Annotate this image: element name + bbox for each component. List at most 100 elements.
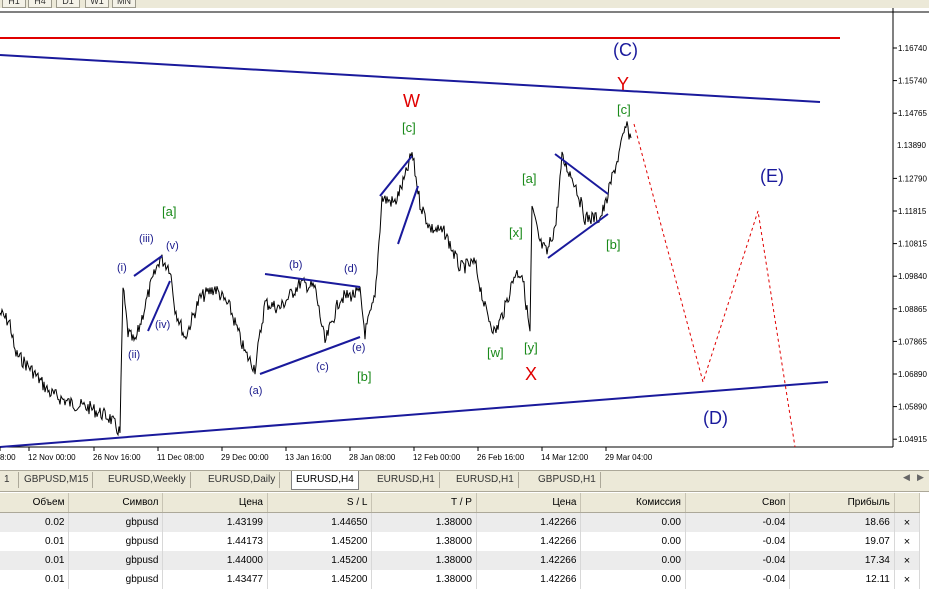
order-row[interactable]: 0.01 gbpusd 1.44000 1.45200 1.38000 1.42… xyxy=(0,551,921,570)
order-row[interactable]: 0.01 gbpusd 1.43477 1.45200 1.38000 1.42… xyxy=(0,570,921,589)
order-profit: 12.11 xyxy=(789,570,895,589)
label-c-Y: [c] xyxy=(617,102,631,117)
label-E-big: (E) xyxy=(760,166,784,186)
orders-table: Объем Символ Цена S / L T / P Цена Комис… xyxy=(0,493,921,589)
label-e-small: (e) xyxy=(352,342,365,354)
time-tick-label: 26 Nov 16:00 xyxy=(93,453,141,462)
order-current-price: 1.42266 xyxy=(476,512,582,532)
order-volume: 0.01 xyxy=(0,570,70,589)
tab-eurusd-h1[interactable]: EURUSD,H1 xyxy=(373,472,440,488)
col-commission[interactable]: Комиссия xyxy=(580,493,686,513)
tab-gbpusd-m15[interactable]: GBPUSD,M15 xyxy=(20,472,94,488)
col-swap[interactable]: Своп xyxy=(685,493,791,513)
order-row[interactable]: 0.02 gbpusd 1.43199 1.44650 1.38000 1.42… xyxy=(0,512,921,532)
col-symbol[interactable]: Символ xyxy=(68,493,164,513)
order-swap: -0.04 xyxy=(685,551,791,570)
label-v: (v) xyxy=(166,240,179,252)
time-tick-label: 12 Feb 00:00 xyxy=(413,453,461,462)
order-volume: 0.01 xyxy=(0,551,70,570)
tab-eurusd-h4[interactable]: EURUSD,H4 xyxy=(291,471,359,490)
period-button-mn[interactable]: MN xyxy=(112,0,136,8)
price-tick-label: 1.10815 xyxy=(898,240,927,249)
period-button-h4[interactable]: H4 xyxy=(28,0,52,8)
close-order-icon[interactable]: × xyxy=(894,570,921,589)
label-c-W: [c] xyxy=(402,120,416,135)
order-price: 1.43199 xyxy=(162,512,268,532)
order-sl: 1.44650 xyxy=(267,512,373,532)
order-swap: -0.04 xyxy=(685,532,791,551)
label-iii: (iii) xyxy=(139,233,154,245)
col-tp[interactable]: T / P xyxy=(371,493,477,513)
tab-eurusd-h1-2[interactable]: EURUSD,H1 xyxy=(452,472,519,488)
label-Y: Y xyxy=(617,74,629,94)
tab-eurusd-weekly[interactable]: EURUSD,Weekly xyxy=(104,472,191,488)
order-symbol: gbpusd xyxy=(68,570,164,589)
tabs-scroll-right-icon[interactable]: ▶ xyxy=(917,472,924,483)
label-a-2: [a] xyxy=(522,171,536,186)
label-b-1: [b] xyxy=(357,369,371,384)
order-swap: -0.04 xyxy=(685,512,791,532)
price-tick-label: 1.12790 xyxy=(898,174,927,183)
col-close xyxy=(894,493,921,513)
time-tick-label: 14 Mar 12:00 xyxy=(541,453,589,462)
period-button-w1[interactable]: W1 xyxy=(85,0,109,8)
order-price: 1.44173 xyxy=(162,532,268,551)
label-W: W xyxy=(403,91,420,111)
price-tick-label: 1.14765 xyxy=(898,109,927,118)
order-current-price: 1.42266 xyxy=(476,570,582,589)
order-profit: 18.66 xyxy=(789,512,895,532)
col-price[interactable]: Цена xyxy=(162,493,268,513)
label-w-g: [w] xyxy=(487,345,504,360)
time-tick-label: 29 Mar 04:00 xyxy=(605,453,653,462)
label-a-small: (a) xyxy=(249,385,262,397)
price-tick-label: 1.05890 xyxy=(898,403,927,412)
label-a-1: [a] xyxy=(162,204,176,219)
order-price: 1.44000 xyxy=(162,551,268,570)
order-tp: 1.38000 xyxy=(371,512,477,532)
label-C-big: (C) xyxy=(613,40,638,60)
time-tick-label: 26 Feb 16:00 xyxy=(477,453,525,462)
close-order-icon[interactable]: × xyxy=(894,512,921,532)
price-tick-label: 1.11815 xyxy=(898,207,927,216)
label-c-small: (c) xyxy=(316,361,329,373)
order-current-price: 1.42266 xyxy=(476,551,582,570)
order-commission: 0.00 xyxy=(580,532,686,551)
order-tp: 1.38000 xyxy=(371,570,477,589)
label-b-small: (b) xyxy=(289,259,302,271)
order-profit: 19.07 xyxy=(789,532,895,551)
tab-eurusd-daily[interactable]: EURUSD,Daily xyxy=(204,472,281,488)
price-tick-label: 1.07865 xyxy=(898,337,927,346)
tabs-scroll-left-icon[interactable]: ◀ xyxy=(903,472,910,483)
price-chart[interactable]: 1.13890 1.16740 1.15740 1.14765 1.12790 1.11… xyxy=(0,8,929,464)
close-order-icon[interactable]: × xyxy=(894,532,921,551)
tab-gbpusd-h1[interactable]: GBPUSD,H1 xyxy=(534,472,601,488)
col-volume[interactable]: Объем xyxy=(0,493,70,513)
price-tick-label: 1.08865 xyxy=(898,305,927,314)
col-current-price[interactable]: Цена xyxy=(476,493,582,513)
tab-0[interactable]: 1 xyxy=(0,472,19,488)
orders-header-row: Объем Символ Цена S / L T / P Цена Комис… xyxy=(0,493,921,513)
price-tick-label: 1.04915 xyxy=(898,435,927,444)
time-tick-label: 29 Dec 00:00 xyxy=(221,453,269,462)
order-row[interactable]: 0.01 gbpusd 1.44173 1.45200 1.38000 1.42… xyxy=(0,532,921,551)
order-volume: 0.02 xyxy=(0,512,70,532)
order-commission: 0.00 xyxy=(580,512,686,532)
price-tick-label: 1.06890 xyxy=(898,370,927,379)
close-order-icon[interactable]: × xyxy=(894,551,921,570)
col-sl[interactable]: S / L xyxy=(267,493,373,513)
price-tick-label: 1.16740 xyxy=(898,44,927,53)
label-d-small: (d) xyxy=(344,263,357,275)
time-tick-label: 13 Jan 16:00 xyxy=(285,453,332,462)
orders-panel: Объем Символ Цена S / L T / P Цена Комис… xyxy=(0,493,929,602)
order-commission: 0.00 xyxy=(580,551,686,570)
col-profit[interactable]: Прибыль xyxy=(789,493,895,513)
period-button-d1[interactable]: D1 xyxy=(56,0,80,8)
period-button-h1[interactable]: H1 xyxy=(2,0,26,8)
order-swap: -0.04 xyxy=(685,570,791,589)
price-tick-label: 1.15740 xyxy=(898,77,927,86)
label-i: (i) xyxy=(117,262,127,274)
label-x-g: [x] xyxy=(509,225,523,240)
order-sl: 1.45200 xyxy=(267,532,373,551)
time-tick-label: 11 Dec 08:00 xyxy=(157,453,205,462)
time-tick-label: 8:00 xyxy=(0,453,16,462)
